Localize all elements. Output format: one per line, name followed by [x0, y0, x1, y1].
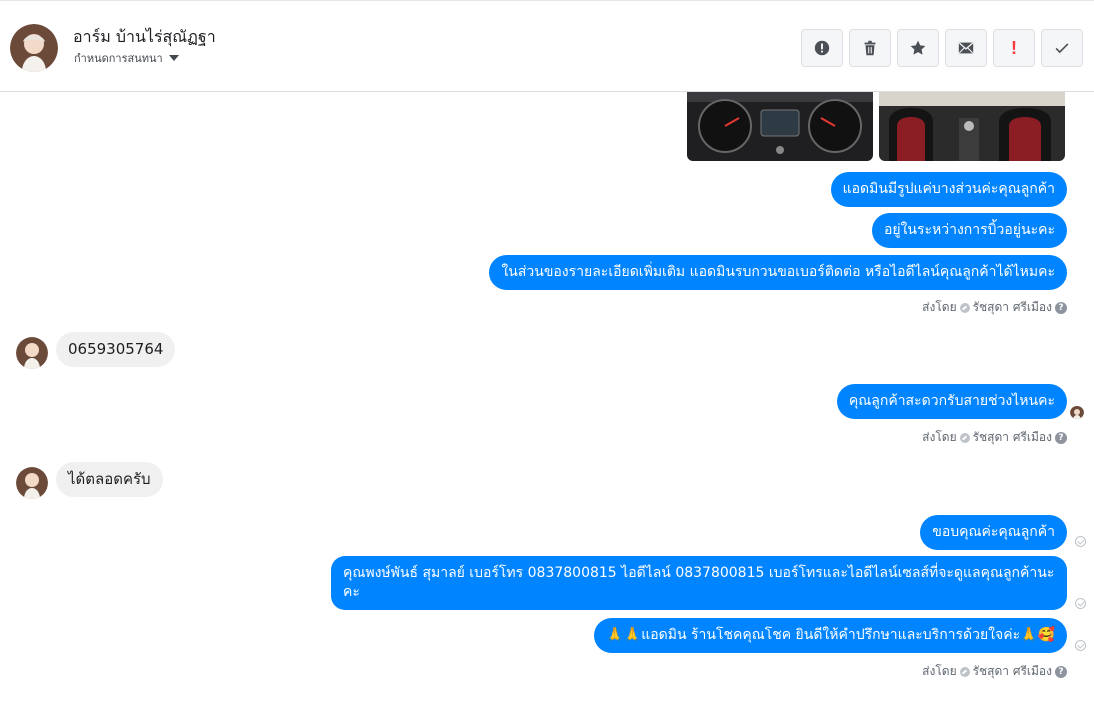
- help-icon[interactable]: ?: [1055, 431, 1067, 444]
- outgoing-message[interactable]: ในส่วนของรายละเอียดเพิ่มเติม แอดมินรบกวน…: [489, 255, 1067, 290]
- mark-done-button[interactable]: [1041, 29, 1083, 67]
- header-actions: !: [801, 29, 1083, 67]
- outgoing-message[interactable]: ขอบคุณค่ะคุณลูกค้า: [920, 515, 1067, 550]
- sender-name: รัชสุดา ศรีเมือง: [972, 300, 1052, 314]
- caret-down-icon: [168, 55, 179, 61]
- admin-check-icon: [959, 432, 970, 443]
- delete-button[interactable]: [849, 29, 891, 67]
- seen-avatar: [1070, 405, 1084, 419]
- contact-avatar-small: [16, 337, 48, 369]
- delivered-icon: [1075, 536, 1086, 547]
- sent-by-prefix: ส่งโดย: [922, 430, 957, 444]
- sender-name: รัชสุดา ศรีเมือง: [972, 664, 1052, 678]
- outgoing-message[interactable]: คุณลูกค้าสะดวกรับสายช่วงไหนคะ: [836, 384, 1067, 419]
- conversation-settings[interactable]: กำหนดการสนทนา: [74, 49, 179, 67]
- star-button[interactable]: [897, 29, 939, 67]
- help-icon[interactable]: ?: [1055, 665, 1067, 678]
- incoming-message[interactable]: ได้ตลอดครับ: [56, 462, 163, 497]
- outgoing-message[interactable]: 🙏🙏แอดมิน ร้านโชคคุณโชค ยินดีให้คำปรึกษาแ…: [594, 618, 1067, 653]
- mark-unread-button[interactable]: [945, 29, 987, 67]
- sender-name: รัชสุดา ศรีเมือง: [972, 430, 1052, 444]
- flag-button[interactable]: !: [993, 29, 1035, 67]
- conversation-header: อาร์ม บ้านไร่สุณัฏฐา กำหนดการสนทนา !: [0, 0, 1094, 92]
- outgoing-message[interactable]: แอดมินมีรูปแค่บางส่วนค่ะคุณลูกค้า: [830, 172, 1067, 207]
- dashboard-photo[interactable]: [687, 92, 873, 161]
- sent-by-label: ส่งโดย รัชสุดา ศรีเมือง ?: [922, 298, 1067, 317]
- outgoing-message[interactable]: อยู่ในระหว่างการบิ้วอยู่นะคะ: [871, 213, 1067, 248]
- trash-icon: [864, 40, 876, 56]
- star-icon: [910, 40, 926, 55]
- outgoing-message[interactable]: คุณพงษ์พันธ์ สุมาลย์ เบอร์โทร 0837800815…: [331, 556, 1067, 610]
- conversation-settings-label: กำหนดการสนทนา: [74, 52, 163, 65]
- sent-by-label: ส่งโดย รัชสุดา ศรีเมือง ?: [922, 428, 1067, 447]
- check-icon: [1055, 43, 1069, 54]
- delivered-icon: [1075, 640, 1086, 651]
- envelope-icon: [958, 42, 974, 54]
- seats-photo[interactable]: [879, 92, 1065, 161]
- help-icon[interactable]: ?: [1055, 301, 1067, 314]
- alert-icon: [814, 40, 830, 56]
- sent-by-label: ส่งโดย รัชสุดา ศรีเมือง ?: [922, 662, 1067, 681]
- contact-name[interactable]: อาร์ม บ้านไร่สุณัฏฐา: [73, 25, 216, 50]
- admin-check-icon: [959, 302, 970, 313]
- contact-avatar-small: [16, 467, 48, 499]
- exclamation-icon: !: [1011, 37, 1017, 58]
- incoming-message[interactable]: 0659305764: [56, 332, 176, 367]
- delivered-icon: [1075, 598, 1086, 609]
- sent-by-prefix: ส่งโดย: [922, 300, 957, 314]
- contact-avatar[interactable]: [10, 24, 58, 72]
- admin-check-icon: [959, 666, 970, 677]
- mark-spam-button[interactable]: [801, 29, 843, 67]
- sent-by-prefix: ส่งโดย: [922, 664, 957, 678]
